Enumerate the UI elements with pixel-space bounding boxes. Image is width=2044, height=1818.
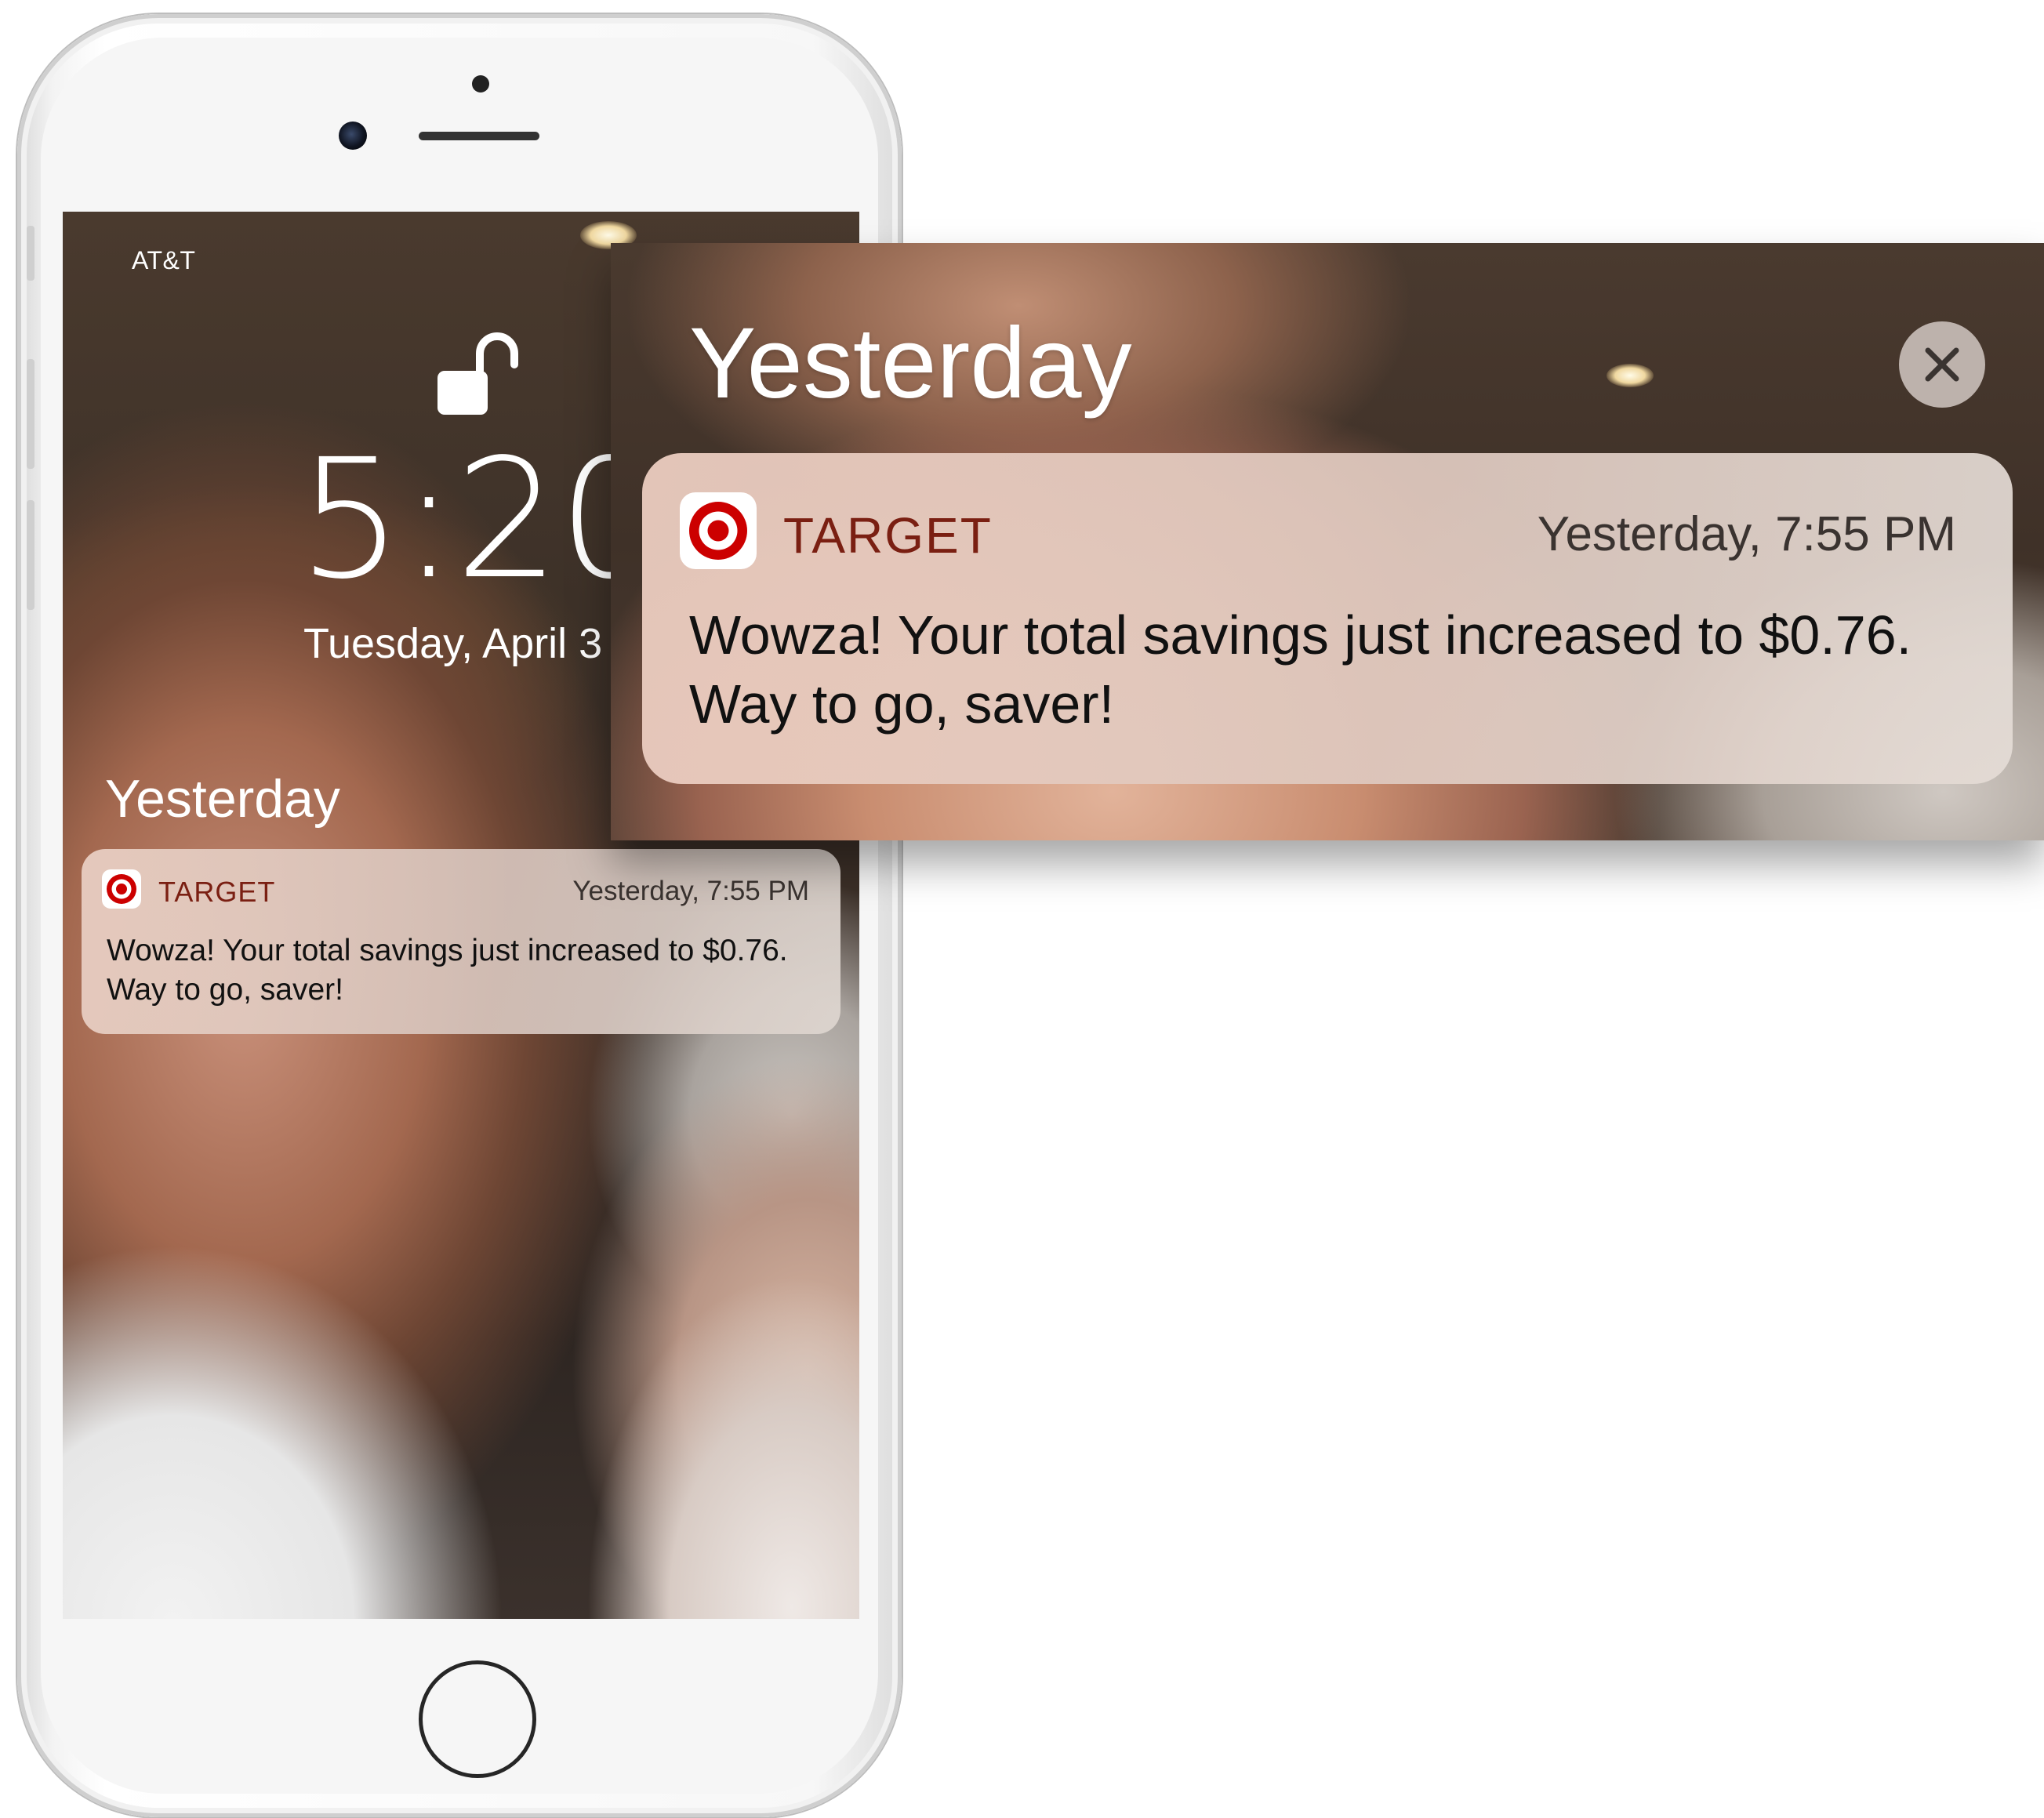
lock-date: Tuesday, April 3 <box>303 620 603 667</box>
clear-notifications-button[interactable] <box>1899 321 1985 408</box>
volume-up-button <box>27 359 34 469</box>
target-bullseye-icon <box>689 502 747 560</box>
mute-switch <box>27 226 34 281</box>
notification-message: Wowza! Your total savings just increased… <box>689 604 1912 735</box>
notification-timestamp: Yesterday, 7:55 PM <box>1537 507 1956 561</box>
page: AT&T 5:20 Tuesday, April 3 Yesterday TAR… <box>0 0 2044 1818</box>
home-button[interactable] <box>419 1660 536 1778</box>
carrier-label: AT&T <box>132 246 196 274</box>
notification-app-name: TARGET <box>158 876 276 908</box>
app-icon-container <box>680 492 757 569</box>
proximity-sensor <box>472 75 489 93</box>
lock-clock: 5:20 <box>298 423 663 615</box>
notification-message: Wowza! Your total savings just increased… <box>107 934 788 1007</box>
close-icon <box>1925 347 1959 382</box>
volume-down-button <box>27 500 34 610</box>
target-bullseye-icon <box>107 874 136 904</box>
notification-section-label: Yesterday <box>105 769 340 829</box>
wallpaper-light <box>1607 364 1654 387</box>
notification-timestamp: Yesterday, 7:55 PM <box>572 876 809 906</box>
front-camera <box>339 122 367 150</box>
notification-app-name: TARGET <box>783 507 993 564</box>
unlocked-padlock-icon <box>437 332 518 415</box>
zoomed-notification-card[interactable]: TARGET Yesterday, 7:55 PM Wowza! Your to… <box>642 453 2013 784</box>
earpiece-speaker <box>419 132 539 140</box>
notification-card[interactable]: TARGET Yesterday, 7:55 PM Wowza! Your to… <box>82 849 840 1034</box>
app-icon-container <box>102 869 141 909</box>
zoomed-notification-view: Yesterday TARGET Yesterday, 7:55 PM Wowz… <box>611 243 2044 840</box>
zoomed-section-label: Yesterday <box>689 307 1132 419</box>
